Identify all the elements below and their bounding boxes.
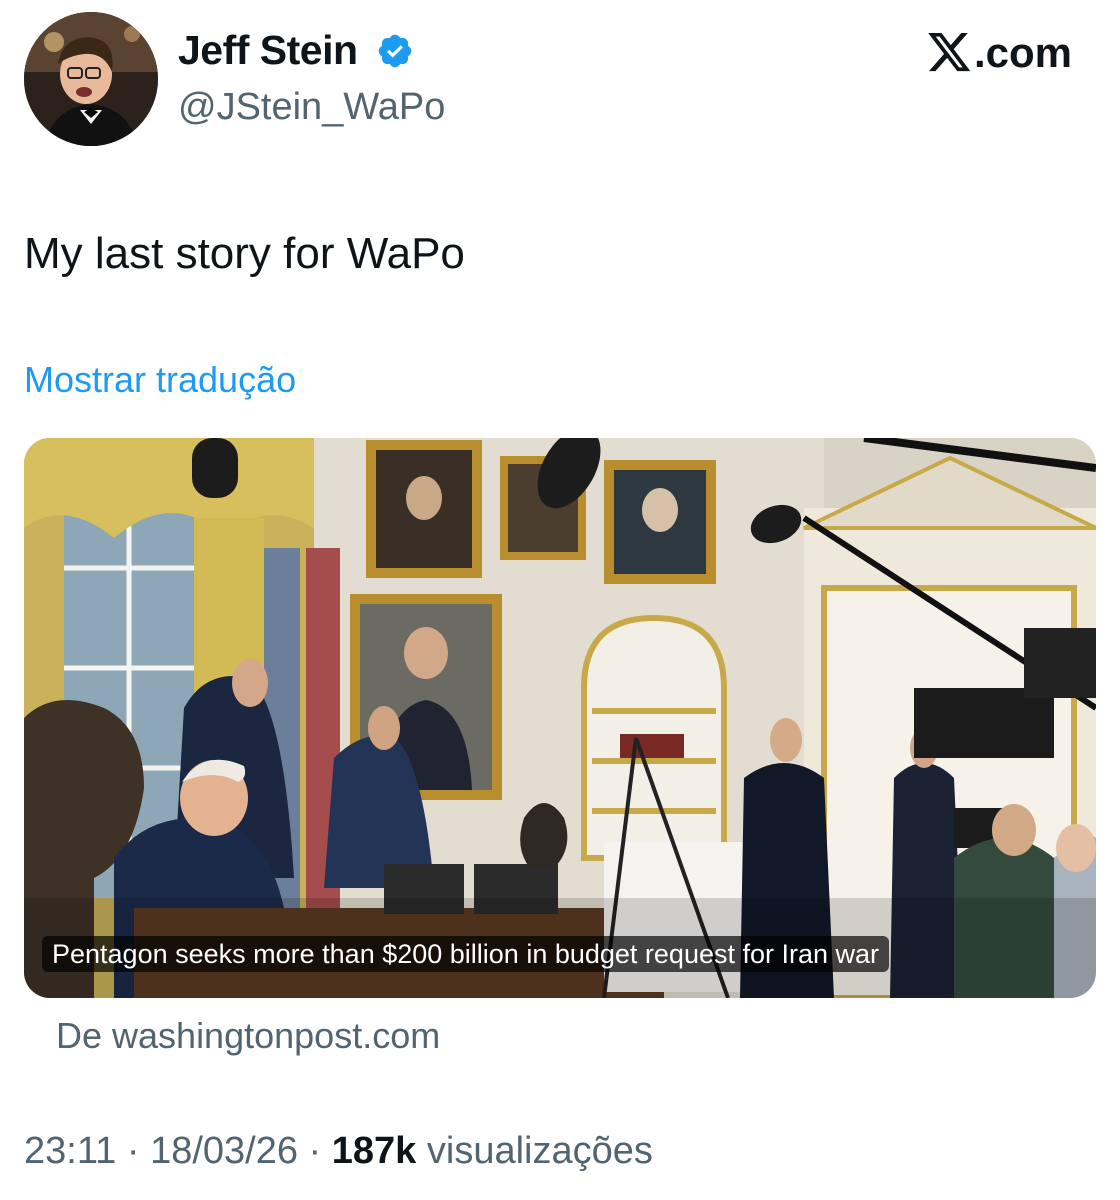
show-translation-link[interactable]: Mostrar tradução — [24, 356, 296, 404]
avatar[interactable] — [24, 12, 158, 146]
x-logo-icon — [928, 33, 971, 72]
meta-separator: · — [116, 1130, 151, 1172]
author-display-name[interactable]: Jeff Stein — [178, 24, 414, 76]
meta-separator: · — [297, 1130, 332, 1172]
tweet-meta: 23:11 · 18/03/26 · 187k visualizações — [24, 1126, 653, 1176]
verified-badge-icon — [376, 30, 414, 68]
tweet-date[interactable]: 18/03/26 — [150, 1130, 298, 1172]
views-label: visualizações — [416, 1130, 653, 1172]
x-com-logo: .com — [928, 28, 1072, 78]
views-count: 187k — [331, 1130, 417, 1172]
article-photo — [24, 438, 1096, 998]
author-name-text: Jeff Stein — [178, 27, 358, 73]
x-logo-text: .com — [973, 29, 1072, 76]
author-handle[interactable]: @JStein_WaPo — [178, 82, 445, 132]
tweet-time[interactable]: 23:11 — [24, 1130, 116, 1172]
card-source-link[interactable]: De washingtonpost.com — [56, 1012, 440, 1060]
tweet-text: My last story for WaPo — [24, 229, 465, 278]
avatar-image — [24, 12, 158, 146]
card-headline: Pentagon seeks more than $200 billion in… — [42, 936, 890, 972]
link-card[interactable]: Pentagon seeks more than $200 billion in… — [24, 438, 1096, 998]
